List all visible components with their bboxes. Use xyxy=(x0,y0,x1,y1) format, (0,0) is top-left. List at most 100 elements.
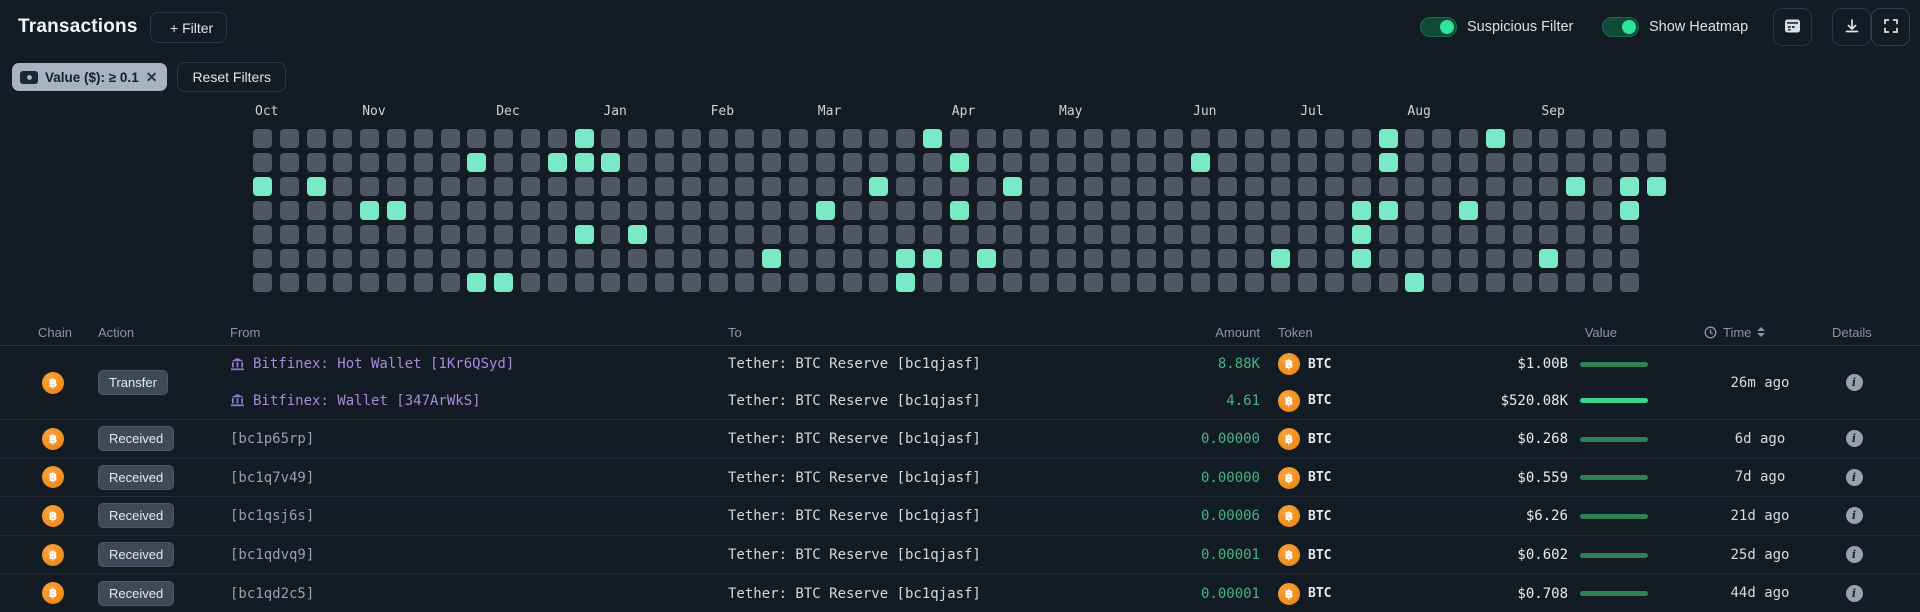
from-label[interactable]: [bc1p65rp] xyxy=(230,431,314,447)
heatmap-cell[interactable] xyxy=(1432,273,1451,292)
heatmap-cell[interactable] xyxy=(950,273,969,292)
heatmap-cell[interactable] xyxy=(1111,129,1130,148)
heatmap-cell[interactable] xyxy=(1459,177,1478,196)
heatmap-cell[interactable] xyxy=(655,129,674,148)
heatmap-cell[interactable] xyxy=(1137,273,1156,292)
heatmap-cell[interactable] xyxy=(1593,249,1612,268)
heatmap-cell-active[interactable] xyxy=(601,153,620,172)
heatmap-cell[interactable] xyxy=(441,153,460,172)
heatmap-cell[interactable] xyxy=(1539,273,1558,292)
heatmap-cell-active[interactable] xyxy=(869,177,888,196)
from-label[interactable]: [bc1q7v49] xyxy=(230,470,314,486)
heatmap-cell[interactable] xyxy=(601,201,620,220)
heatmap-cell[interactable] xyxy=(1352,153,1371,172)
heatmap-cell[interactable] xyxy=(1539,201,1558,220)
token-cell[interactable]: ฿BTC xyxy=(1278,420,1331,459)
heatmap-cell[interactable] xyxy=(441,177,460,196)
token-cell[interactable]: ฿BTC xyxy=(1278,536,1331,575)
heatmap-cell[interactable] xyxy=(1218,249,1237,268)
heatmap-cell[interactable] xyxy=(1030,201,1049,220)
heatmap-cell[interactable] xyxy=(1298,153,1317,172)
heatmap-cell[interactable] xyxy=(1084,225,1103,244)
heatmap-cell[interactable] xyxy=(896,201,915,220)
heatmap-cell-active[interactable] xyxy=(467,273,486,292)
token-cell[interactable]: ฿BTC xyxy=(1278,459,1331,498)
heatmap-cell[interactable] xyxy=(1271,129,1290,148)
heatmap-cell[interactable] xyxy=(467,129,486,148)
heatmap-cell[interactable] xyxy=(360,153,379,172)
heatmap-cell[interactable] xyxy=(1325,273,1344,292)
from-label[interactable]: Bitfinex: Hot Wallet [1Kr6QSyd] xyxy=(253,356,514,372)
heatmap-cell-active[interactable] xyxy=(575,153,594,172)
heatmap-cell[interactable] xyxy=(1647,153,1666,172)
heatmap-cell[interactable] xyxy=(1405,201,1424,220)
heatmap-cell[interactable] xyxy=(655,201,674,220)
heatmap-cell[interactable] xyxy=(1620,249,1639,268)
heatmap-cell[interactable] xyxy=(709,225,728,244)
heatmap-cell[interactable] xyxy=(843,153,862,172)
heatmap-cell[interactable] xyxy=(977,153,996,172)
heatmap-cell[interactable] xyxy=(521,153,540,172)
heatmap-cell[interactable] xyxy=(1459,225,1478,244)
heatmap-cell[interactable] xyxy=(494,177,513,196)
heatmap-cell[interactable] xyxy=(950,177,969,196)
heatmap-cell-active[interactable] xyxy=(950,201,969,220)
heatmap-cell[interactable] xyxy=(414,249,433,268)
to-cell[interactable]: Tether: BTC Reserve [bc1qjasf] xyxy=(728,536,981,575)
from-cell[interactable]: Bitfinex: Wallet [347ArWkS] xyxy=(230,383,481,420)
heatmap-cell[interactable] xyxy=(655,273,674,292)
heatmap-cell[interactable] xyxy=(682,273,701,292)
heatmap-cell[interactable] xyxy=(360,249,379,268)
heatmap-cell[interactable] xyxy=(601,129,620,148)
heatmap-cell[interactable] xyxy=(1539,153,1558,172)
heatmap-cell[interactable] xyxy=(1513,153,1532,172)
heatmap-cell[interactable] xyxy=(762,129,781,148)
heatmap-cell[interactable] xyxy=(709,201,728,220)
heatmap-cell[interactable] xyxy=(521,177,540,196)
heatmap-cell[interactable] xyxy=(494,249,513,268)
heatmap-cell[interactable] xyxy=(253,129,272,148)
heatmap-cell[interactable] xyxy=(1057,201,1076,220)
heatmap-cell[interactable] xyxy=(253,225,272,244)
heatmap-cell[interactable] xyxy=(1593,273,1612,292)
heatmap-cell[interactable] xyxy=(762,273,781,292)
heatmap-cell[interactable] xyxy=(387,273,406,292)
heatmap-cell[interactable] xyxy=(1566,153,1585,172)
heatmap-cell[interactable] xyxy=(923,273,942,292)
heatmap-cell[interactable] xyxy=(1405,153,1424,172)
heatmap-cell[interactable] xyxy=(1325,177,1344,196)
heatmap-cell[interactable] xyxy=(843,201,862,220)
heatmap-cell[interactable] xyxy=(789,201,808,220)
heatmap-cell[interactable] xyxy=(333,225,352,244)
heatmap-cell[interactable] xyxy=(1593,201,1612,220)
heatmap-cell[interactable] xyxy=(307,225,326,244)
heatmap-cell[interactable] xyxy=(816,225,835,244)
heatmap-cell[interactable] xyxy=(682,249,701,268)
value-filter-chip[interactable]: Value ($): ≥ 0.1 ✕ xyxy=(12,63,167,91)
from-label[interactable]: [bc1qd2c5] xyxy=(230,586,314,602)
heatmap-cell[interactable] xyxy=(1003,249,1022,268)
heatmap-cell[interactable] xyxy=(655,177,674,196)
table-row[interactable]: ฿TransferBitfinex: Hot Wallet [1Kr6QSyd]… xyxy=(0,346,1920,419)
heatmap-cell[interactable] xyxy=(360,177,379,196)
heatmap-cell[interactable] xyxy=(977,273,996,292)
heatmap-cell[interactable] xyxy=(333,129,352,148)
heatmap-cell[interactable] xyxy=(1111,225,1130,244)
heatmap-cell[interactable] xyxy=(1620,129,1639,148)
heatmap-cell[interactable] xyxy=(628,177,647,196)
heatmap-cell[interactable] xyxy=(280,225,299,244)
heatmap-cell[interactable] xyxy=(923,225,942,244)
calendar-button[interactable] xyxy=(1773,8,1812,46)
heatmap-cell-active[interactable] xyxy=(1352,249,1371,268)
heatmap-cell[interactable] xyxy=(1191,129,1210,148)
heatmap-cell[interactable] xyxy=(1620,273,1639,292)
heatmap-cell[interactable] xyxy=(521,225,540,244)
heatmap-cell[interactable] xyxy=(816,177,835,196)
heatmap-cell[interactable] xyxy=(1218,153,1237,172)
heatmap-cell[interactable] xyxy=(1620,153,1639,172)
heatmap-cell-active[interactable] xyxy=(1271,249,1290,268)
heatmap-cell[interactable] xyxy=(253,273,272,292)
heatmap-cell[interactable] xyxy=(1164,129,1183,148)
heatmap-cell[interactable] xyxy=(896,225,915,244)
heatmap-cell-active[interactable] xyxy=(1620,201,1639,220)
